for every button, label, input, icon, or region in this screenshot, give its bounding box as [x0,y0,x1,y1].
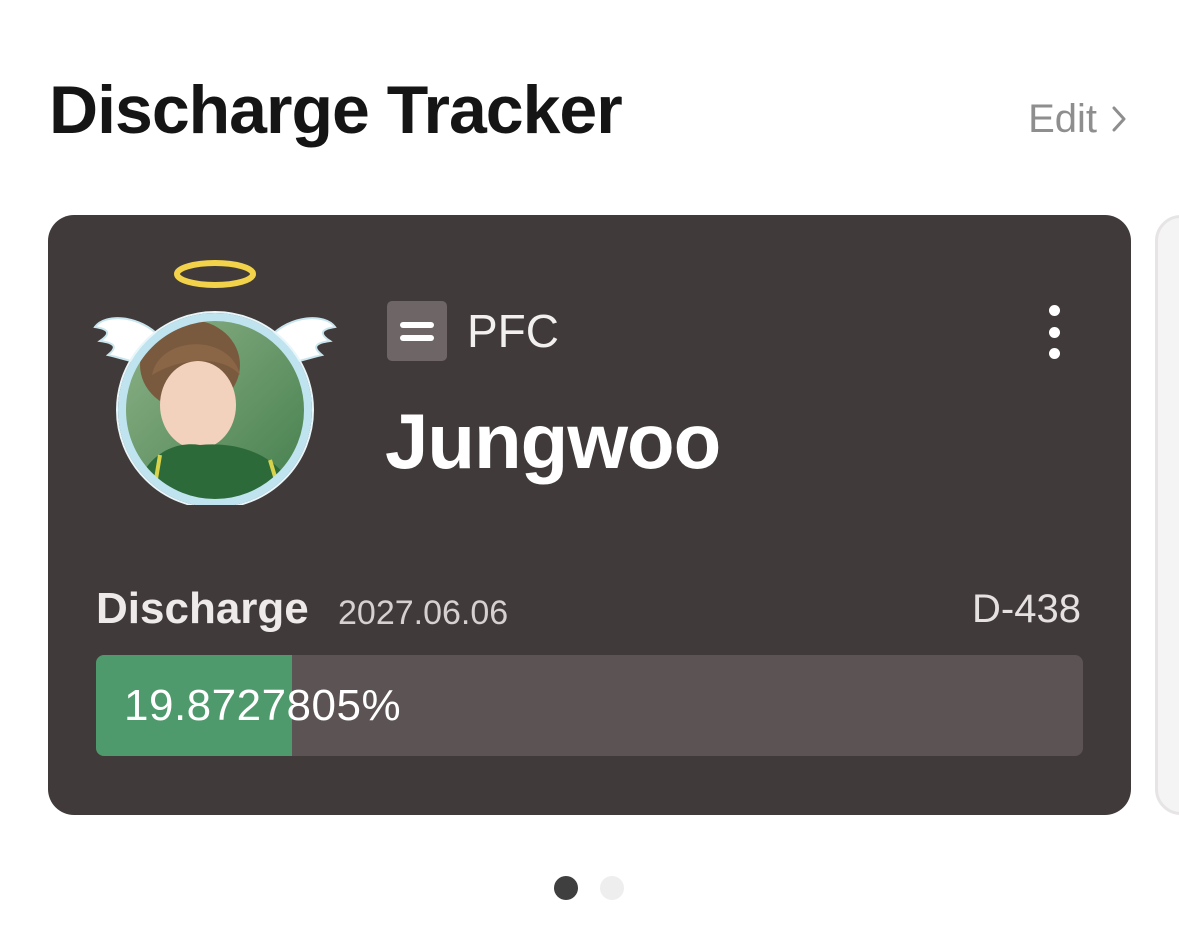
halo-icon [174,260,256,288]
pagination-dot[interactable] [554,876,578,900]
group-name: PFC [467,305,559,357]
discharge-date: 2027.06.06 [338,594,509,632]
discharge-row: Discharge 2027.06.06 D-438 [96,581,1081,637]
chevron-right-icon [1111,105,1127,133]
group-row: PFC [387,301,559,361]
progress-bar: 19.8727805% [96,655,1083,756]
d-day-count: D-438 [972,587,1081,631]
discharge-label: Discharge [96,584,309,633]
edit-label: Edit [1028,96,1097,141]
member-name: Jungwoo [385,397,721,485]
page-title: Discharge Tracker [49,72,623,148]
edit-button[interactable]: Edit [1028,96,1127,142]
tracker-card[interactable]: PFC Jungwoo Discharge 2027.06.06 D-438 1… [48,215,1131,815]
more-options-button[interactable] [1037,305,1071,359]
avatar [90,255,350,509]
progress-percent: 19.8727805% [124,681,402,730]
pagination-dot[interactable] [600,876,624,900]
discharge-tracker-page: Discharge Tracker Edit PFC Jungwoo Disch… [0,0,1179,952]
more-vertical-icon [1048,305,1060,316]
next-tracker-card-peek[interactable] [1155,215,1179,815]
pagination-dots [554,876,624,900]
equals-badge-icon [387,301,447,361]
